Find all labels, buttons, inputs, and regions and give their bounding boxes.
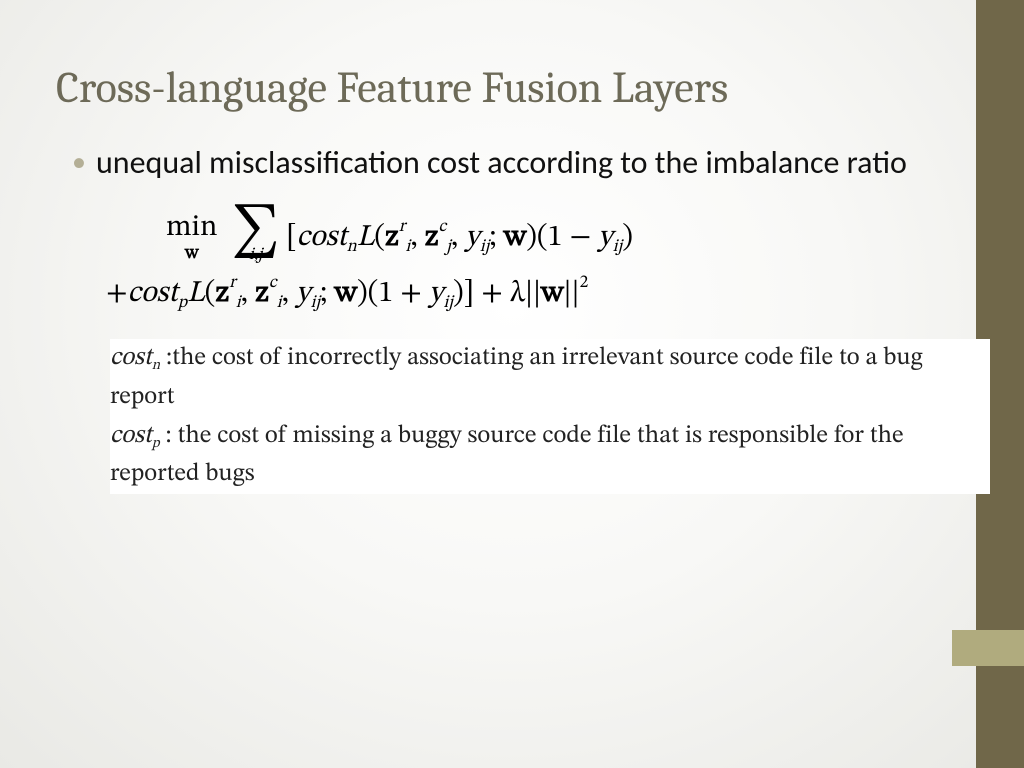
slide-title: Cross-language Feature Fusion Layers xyxy=(56,62,950,113)
sum-subscript: i,j xyxy=(249,250,262,262)
equation-line-1: min w ∑ i,j [costnL(zri, zcj, yij; w)(1 … xyxy=(166,213,950,263)
equation-block: min w ∑ i,j [costnL(zri, zcj, yij; w)(1 … xyxy=(166,213,950,313)
sigma-symbol: ∑ xyxy=(231,214,280,250)
desc-costn: costn :the cost of incorrectly associati… xyxy=(110,339,990,417)
desc-costp: costp : the cost of missing a buggy sour… xyxy=(110,417,990,495)
equation-line-2: +costpL(zri, zci, yij; w)(1 + yij)] + λ|… xyxy=(106,275,950,313)
sidebar-accent xyxy=(952,630,1024,666)
min-operator: min w xyxy=(166,213,217,263)
description-block: costn :the cost of incorrectly associati… xyxy=(110,339,990,494)
sum-operator: ∑ i,j xyxy=(231,214,280,262)
bullet-dot: • xyxy=(72,143,86,181)
slide-content: Cross-language Feature Fusion Layers • u… xyxy=(0,0,960,494)
eq1-body: [costnL(zri, zcj, yij; w)(1 − yij) xyxy=(286,219,633,257)
bullet-row: • unequal misclassification cost accordi… xyxy=(72,143,950,183)
bullet-text: unequal misclassification cost according… xyxy=(96,143,907,183)
eq2-body: +costpL(zri, zci, yij; w)(1 + yij)] + λ|… xyxy=(106,275,588,313)
min-text: min xyxy=(166,213,217,243)
min-sub-w: w xyxy=(185,245,198,263)
